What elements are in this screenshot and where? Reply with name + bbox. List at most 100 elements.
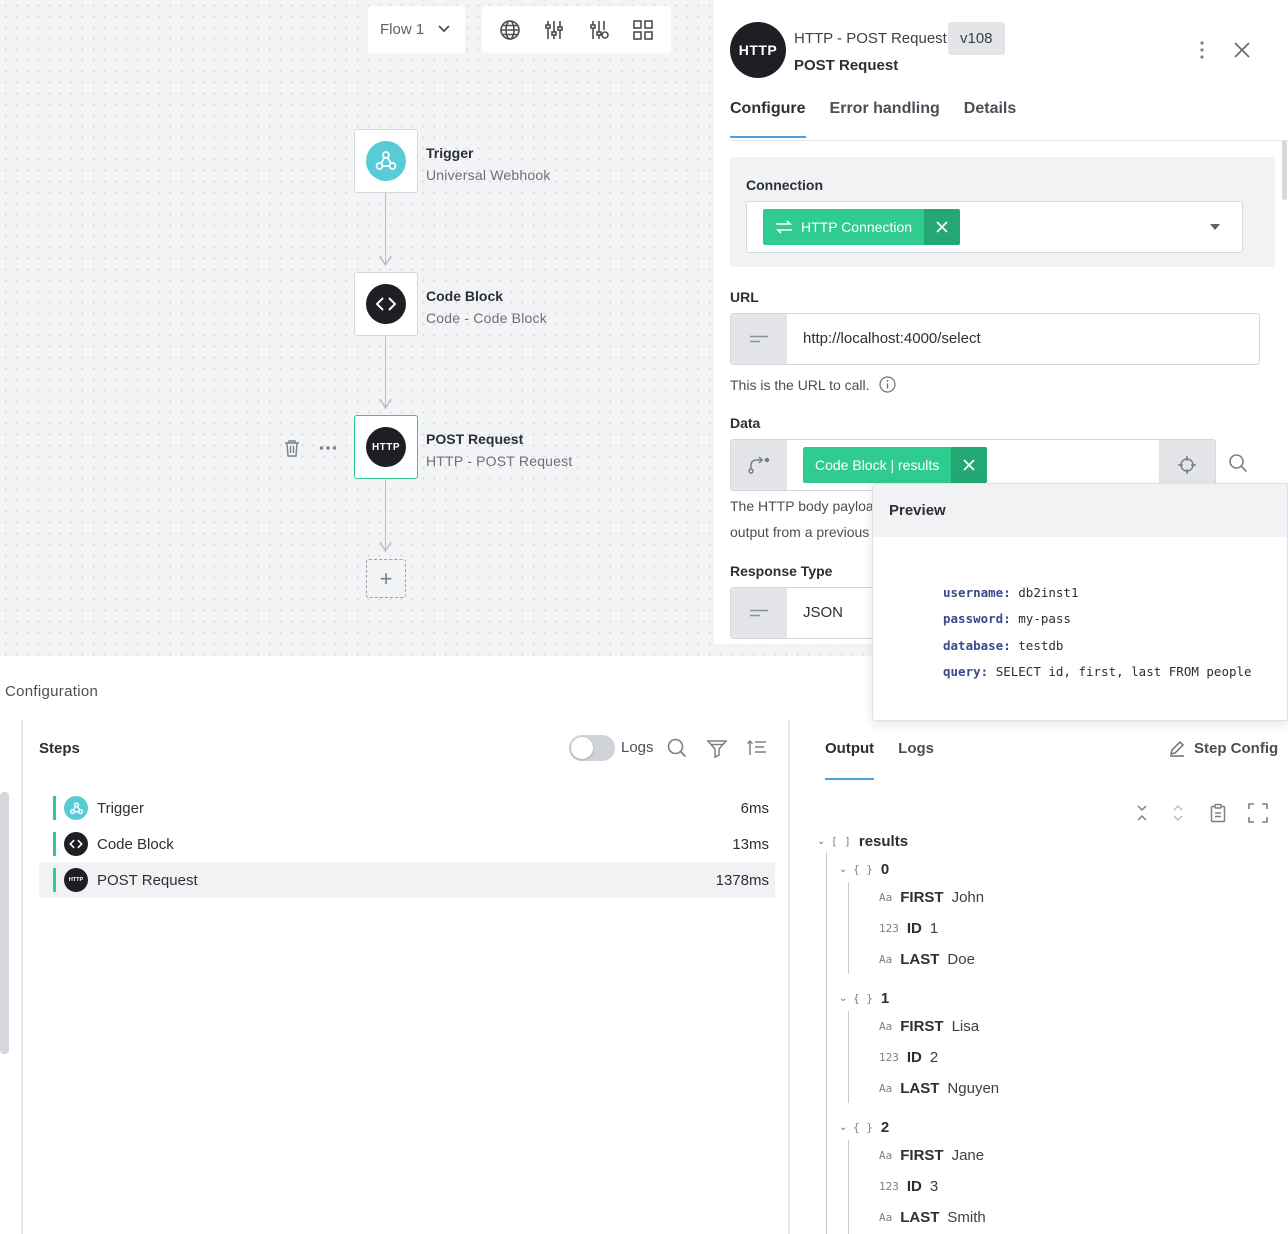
string-type-icon: Aa [879, 1082, 893, 1095]
panel-subtitle: HTTP - POST Request [794, 30, 947, 47]
flow-select[interactable]: Flow 1 [368, 6, 465, 53]
trash-icon[interactable] [284, 439, 300, 457]
node-subtitle: Code - Code Block [426, 310, 547, 326]
panel-tabs: Configure Error handling Details [730, 100, 1016, 138]
search-icon[interactable] [1228, 453, 1248, 473]
tree-field: Aa LAST Nguyen [879, 1080, 1000, 1097]
tab-output[interactable]: Output [825, 740, 875, 780]
preview-row: password: my-pass [943, 611, 1071, 627]
node-post-request[interactable]: HTTP [354, 415, 418, 479]
data-helper-line1: The HTTP body payloa [730, 498, 874, 514]
object-icon: { } [853, 1121, 873, 1134]
sliders-icon[interactable] [539, 15, 569, 45]
info-icon[interactable] [879, 376, 897, 393]
connection-section: Connection HTTP Connection [730, 157, 1275, 267]
sort-icon[interactable] [746, 737, 768, 759]
canvas-toolbar [482, 6, 671, 53]
left-scrollbar[interactable] [0, 792, 9, 1054]
text-mode-button[interactable] [731, 588, 787, 638]
data-label: Data [730, 415, 761, 431]
preview-row: username: db2inst1 [943, 585, 1079, 600]
tree-node-item[interactable]: ⌄{ } 2 [839, 1119, 897, 1136]
tree-field: Aa LAST Smith [879, 1209, 986, 1226]
tab-logs[interactable]: Logs [898, 740, 934, 780]
object-icon: { } [853, 992, 873, 1005]
collapse-all-icon[interactable] [1132, 803, 1152, 823]
reference-mode-button[interactable] [731, 440, 787, 490]
tab-configure[interactable]: Configure [730, 100, 806, 138]
text-lines-icon [750, 609, 768, 617]
http-icon: HTTP [64, 868, 88, 892]
logs-toggle[interactable] [569, 735, 615, 761]
step-name: POST Request [97, 871, 198, 889]
node-title: Code Block [426, 288, 504, 304]
string-type-icon: Aa [879, 953, 893, 966]
step-config-button[interactable]: Step Config [1168, 739, 1278, 757]
text-lines-icon [750, 335, 768, 343]
connection-chip[interactable]: HTTP Connection [763, 209, 961, 245]
filter-icon[interactable] [706, 737, 728, 759]
panel-title: POST Request [794, 57, 899, 74]
more-horizontal-icon[interactable] [319, 445, 337, 451]
remove-connection-button[interactable] [924, 209, 961, 245]
step-row-code-block[interactable]: Code Block 13ms [39, 826, 775, 862]
string-type-icon: Aa [879, 891, 893, 904]
number-type-icon: 123 [879, 922, 899, 935]
http-icon: HTTP [730, 22, 786, 78]
logs-toggle-label: Logs [621, 739, 654, 756]
divider [730, 140, 1288, 141]
remove-data-reference-button[interactable] [951, 447, 988, 483]
url-input[interactable]: http://localhost:4000/select [730, 313, 1260, 365]
connection-label: Connection [746, 177, 823, 193]
globe-icon[interactable] [495, 15, 525, 45]
step-duration: 6ms [740, 799, 769, 817]
node-trigger[interactable] [354, 129, 418, 193]
step-row-post-request[interactable]: HTTP POST Request 1378ms [39, 862, 775, 898]
connection-select[interactable]: HTTP Connection [746, 201, 1243, 253]
step-row-trigger[interactable]: Trigger 6ms [39, 790, 775, 826]
close-icon[interactable] [1230, 38, 1254, 62]
data-reference-chip[interactable]: Code Block | results [803, 447, 988, 483]
fullscreen-icon[interactable] [1248, 803, 1268, 823]
data-helper-line2: output from a previous [730, 524, 870, 540]
close-icon [936, 221, 948, 233]
code-icon [366, 284, 406, 324]
output-tabs: Output Logs [825, 740, 934, 780]
url-value: http://localhost:4000/select [803, 330, 981, 347]
clipboard-icon[interactable] [1208, 803, 1228, 823]
grid-icon[interactable] [628, 15, 658, 45]
step-name: Trigger [97, 799, 144, 817]
close-icon [963, 459, 975, 471]
branch-icon [748, 456, 770, 474]
object-icon: { } [853, 863, 873, 876]
string-type-icon: Aa [879, 1020, 893, 1033]
preview-content: username: db2inst1 password: my-pass dat… [943, 580, 1252, 685]
string-type-icon: Aa [879, 1211, 893, 1224]
number-type-icon: 123 [879, 1180, 899, 1193]
tree-node-item[interactable]: ⌄{ } 0 [839, 861, 897, 878]
url-helper: This is the URL to call. [730, 376, 897, 393]
preview-row: database: testdb [943, 637, 1064, 653]
caret-down-icon[interactable] [1210, 224, 1220, 230]
sliders-settings-icon[interactable] [584, 15, 614, 45]
text-mode-button[interactable] [731, 314, 787, 364]
node-subtitle: HTTP - POST Request [426, 453, 573, 469]
node-code-block[interactable] [354, 272, 418, 336]
add-step-button[interactable]: + [366, 559, 406, 598]
tree-node-item[interactable]: ⌄{ } 1 [839, 990, 897, 1007]
preview-row: query: SELECT id, first, last FROM peopl… [943, 663, 1252, 679]
expand-all-icon[interactable] [1168, 803, 1188, 823]
preview-popover: Preview username: db2inst1 password: my-… [872, 483, 1288, 721]
edit-icon [1169, 740, 1185, 757]
node-title: Trigger [426, 145, 474, 161]
more-vertical-icon[interactable] [1192, 38, 1212, 62]
search-icon[interactable] [666, 737, 688, 759]
array-icon: [ ] [831, 835, 851, 848]
tab-details[interactable]: Details [964, 100, 1016, 138]
tree-field: 123 ID 3 [879, 1178, 939, 1195]
tree-node-results[interactable]: ⌄[ ] results [817, 833, 916, 850]
tab-error-handling[interactable]: Error handling [830, 100, 940, 138]
connection-chip-label: HTTP Connection [801, 219, 913, 235]
data-chip-label: Code Block | results [815, 457, 940, 473]
tree-field: Aa LAST Doe [879, 951, 975, 968]
